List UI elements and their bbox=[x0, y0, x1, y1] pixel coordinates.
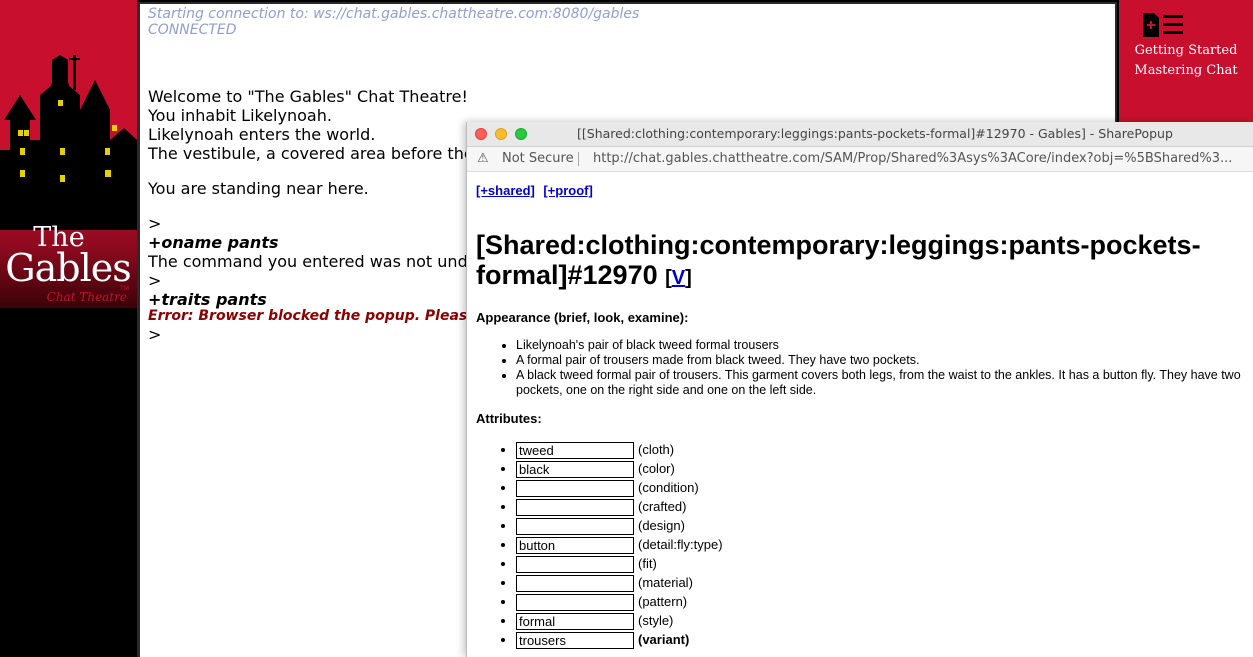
attributes-list: tweed (cloth) black (color) (condition) (c… bbox=[476, 440, 1253, 650]
chat-command: +traits pants bbox=[148, 290, 267, 309]
attribute-label: (fit) bbox=[638, 556, 657, 571]
document-menu-icon[interactable] bbox=[1141, 12, 1185, 38]
attribute-row: (design) bbox=[516, 516, 1253, 536]
chat-line: Welcome to "The Gables" Chat Theatre! bbox=[148, 87, 468, 106]
proof-link[interactable]: [+proof] bbox=[543, 183, 592, 198]
zoom-window-button[interactable] bbox=[515, 128, 527, 140]
attribute-label: (material) bbox=[638, 575, 693, 590]
attribute-input[interactable]: trousers bbox=[516, 632, 634, 650]
attribute-label: (cloth) bbox=[638, 442, 675, 457]
attribute-label: (pattern) bbox=[638, 594, 688, 609]
attribute-input[interactable] bbox=[516, 556, 634, 574]
chat-prompt: > bbox=[148, 214, 162, 233]
chat-line: Likelynoah enters the world. bbox=[148, 125, 376, 144]
attribute-input[interactable] bbox=[516, 480, 634, 498]
appearance-item: A black tweed formal pair of trousers. T… bbox=[516, 368, 1253, 398]
not-secure-label: Not Secure bbox=[502, 151, 574, 166]
attribute-row: trousers (variant) bbox=[516, 630, 1253, 650]
chat-line: The command you entered was not und bbox=[148, 252, 468, 271]
appearance-list: Likelynoah's pair of black tweed formal … bbox=[476, 338, 1253, 398]
haunted-house-icon bbox=[0, 55, 137, 230]
mastering-chat-link[interactable]: Mastering Chat bbox=[1119, 63, 1253, 78]
attribute-row: black (color) bbox=[516, 459, 1253, 479]
popup-titlebar[interactable]: [[Shared:clothing:contemporary:leggings:… bbox=[467, 122, 1253, 147]
appearance-item: A formal pair of trousers made from blac… bbox=[516, 353, 1253, 368]
chat-error-line: Error: Browser blocked the popup. Please bbox=[148, 308, 477, 324]
attribute-row: formal (style) bbox=[516, 611, 1253, 631]
connection-status-line: Starting connection to: ws://chat.gables… bbox=[148, 6, 640, 22]
attribute-input[interactable]: formal bbox=[516, 613, 634, 631]
attribute-row: (condition) bbox=[516, 478, 1253, 498]
attribute-label: (style) bbox=[638, 613, 674, 628]
appearance-item: Likelynoah's pair of black tweed formal … bbox=[516, 338, 1253, 353]
attribute-label: (color) bbox=[638, 461, 675, 476]
attributes-heading: Attributes: bbox=[476, 411, 542, 426]
attribute-row: button (detail:fly:type) bbox=[516, 535, 1253, 555]
attribute-input[interactable]: tweed bbox=[516, 442, 634, 460]
attribute-label: (variant) bbox=[638, 632, 690, 647]
share-popup-window: [[Shared:clothing:contemporary:leggings:… bbox=[466, 122, 1253, 657]
chat-prompt: > bbox=[148, 271, 162, 290]
attribute-input[interactable]: button bbox=[516, 537, 634, 555]
chat-prompt: > bbox=[148, 325, 162, 344]
chat-line: You inhabit Likelynoah. bbox=[148, 106, 332, 125]
attribute-label: (design) bbox=[638, 518, 685, 533]
attribute-input[interactable]: black bbox=[516, 461, 634, 479]
attribute-row: (material) bbox=[516, 573, 1253, 593]
attribute-label: (condition) bbox=[638, 480, 699, 495]
page-title: [Shared:clothing:contemporary:leggings:p… bbox=[476, 230, 1201, 290]
warning-icon: ⚠ bbox=[477, 151, 489, 166]
getting-started-link[interactable]: Getting Started bbox=[1119, 43, 1253, 58]
object-name: [Shared:clothing:contemporary:leggings:p… bbox=[476, 230, 1201, 290]
attribute-label: (crafted) bbox=[638, 499, 687, 514]
address-separator bbox=[578, 152, 579, 166]
attribute-label: (detail:fly:type) bbox=[638, 537, 723, 552]
attribute-input[interactable] bbox=[516, 594, 634, 612]
help-panel: Getting Started Mastering Chat bbox=[1119, 0, 1253, 124]
left-sidebar: The Gables TM Chat Theatre bbox=[0, 0, 137, 657]
attribute-row: tweed (cloth) bbox=[516, 440, 1253, 460]
v-link[interactable]: V bbox=[672, 267, 685, 289]
gables-logo: The Gables TM Chat Theatre bbox=[0, 0, 137, 308]
chat-line: You are standing near here. bbox=[148, 179, 369, 198]
attribute-row: (crafted) bbox=[516, 497, 1253, 517]
shared-link[interactable]: [+shared] bbox=[476, 183, 535, 198]
connected-status-line: CONNECTED bbox=[148, 22, 237, 38]
address-bar[interactable]: ⚠ Not Secure http://chat.gables.chatthea… bbox=[467, 147, 1253, 172]
attribute-row: (pattern) bbox=[516, 592, 1253, 612]
logo-title-gables: Gables bbox=[5, 246, 131, 290]
appearance-heading: Appearance (brief, look, examine): bbox=[476, 310, 689, 325]
attribute-row: (fit) bbox=[516, 554, 1253, 574]
attribute-input[interactable] bbox=[516, 575, 634, 593]
logo-subtitle: Chat Theatre bbox=[46, 290, 127, 304]
close-window-button[interactable] bbox=[475, 128, 487, 140]
url-text[interactable]: http://chat.gables.chattheatre.com/SAM/P… bbox=[593, 151, 1232, 166]
top-links: [+shared] [+proof] bbox=[476, 182, 593, 200]
chat-line: The vestibule, a covered area before the bbox=[148, 144, 474, 163]
attribute-input[interactable] bbox=[516, 499, 634, 517]
chat-command: +oname pants bbox=[148, 233, 279, 252]
popup-title: [[Shared:clothing:contemporary:leggings:… bbox=[577, 126, 1173, 141]
minimize-window-button[interactable] bbox=[495, 128, 507, 140]
attribute-input[interactable] bbox=[516, 518, 634, 536]
